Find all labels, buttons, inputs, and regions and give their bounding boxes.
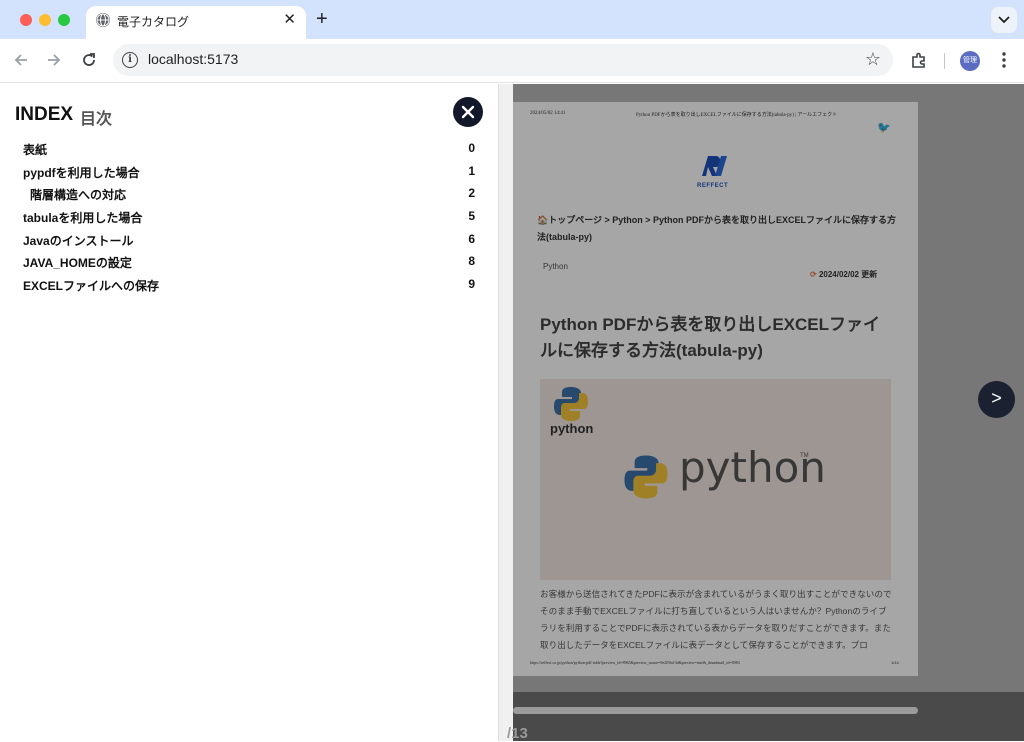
profile-avatar[interactable]: 管理 — [960, 51, 980, 71]
close-window-button[interactable] — [20, 14, 32, 26]
page-counter: /13 — [507, 725, 528, 742]
catalog-page: 2024/05/02 14:41 Python PDFから表を取り出しEXCEL… — [513, 102, 918, 676]
browser-toolbar: i localhost:5173 ☆ 管理 — [0, 39, 1024, 83]
close-icon — [461, 105, 475, 119]
toolbar-divider — [944, 53, 945, 69]
bookmark-star-icon[interactable]: ☆ — [865, 49, 881, 70]
index-item-page: 5 — [468, 209, 475, 224]
new-tab-button[interactable]: + — [316, 8, 328, 30]
minimize-window-button[interactable] — [39, 14, 51, 26]
index-item-page: 2 — [468, 186, 475, 201]
index-item-label: 表紙 — [23, 143, 48, 157]
maximize-window-button[interactable] — [58, 14, 70, 26]
index-item[interactable]: 階層構造への対応 2 — [15, 182, 479, 205]
index-subtitle: 目次 — [80, 111, 113, 128]
chevron-down-icon — [998, 16, 1010, 24]
site-info-icon[interactable]: i — [122, 52, 138, 68]
close-index-button[interactable] — [453, 97, 483, 127]
address-bar[interactable]: i localhost:5173 ☆ — [113, 44, 893, 76]
catalog-viewer: 2024/05/02 14:41 Python PDFから表を取り出しEXCEL… — [507, 84, 1024, 742]
tab-search-button[interactable] — [991, 7, 1017, 33]
tab-title: 電子カタログ — [117, 15, 190, 29]
panel-divider[interactable] — [498, 84, 513, 741]
index-item[interactable]: JAVA_HOMEの設定 8 — [15, 250, 479, 273]
index-item-label: JAVA_HOMEの設定 — [23, 256, 132, 271]
viewer-footer: /13 — [507, 692, 1024, 742]
index-item[interactable]: Javaのインストール 6 — [15, 228, 479, 251]
index-item-page: 9 — [468, 277, 475, 292]
index-item-label: Javaのインストール — [23, 233, 134, 248]
forward-arrow-icon[interactable] — [45, 51, 63, 69]
reload-icon[interactable] — [80, 51, 98, 69]
index-panel: INDEX 目次 表紙 0 pypdfを利用した場合 1 階層構造への対応 2 tabula… — [0, 84, 498, 741]
url-text[interactable]: localhost:5173 — [148, 51, 238, 67]
back-arrow-icon[interactable] — [12, 51, 30, 69]
page-overlay — [513, 102, 918, 676]
page-slider[interactable] — [513, 707, 918, 714]
index-item[interactable]: tabulaを利用した場合 5 — [15, 205, 479, 228]
globe-icon — [96, 13, 110, 27]
index-title: INDEX — [15, 104, 74, 125]
index-item[interactable]: pypdfを利用した場合 1 — [15, 160, 479, 183]
index-item-page: 6 — [468, 231, 475, 246]
index-item-page: 0 — [468, 141, 475, 155]
browser-tab[interactable]: 電子カタログ ✕ — [86, 6, 306, 39]
next-page-button[interactable]: > — [978, 381, 1015, 418]
index-item-page: 8 — [468, 254, 475, 269]
browser-tab-bar: 電子カタログ ✕ + — [0, 0, 1024, 39]
index-list: 表紙 0 pypdfを利用した場合 1 階層構造への対応 2 tabulaを利用した場合 5 J… — [15, 137, 479, 296]
index-item-page: 1 — [468, 163, 475, 178]
index-item-label: 階層構造への対応 — [30, 188, 127, 203]
index-item-label: tabulaを利用した場合 — [23, 211, 143, 226]
index-item[interactable]: EXCELファイルへの保存 9 — [15, 273, 479, 296]
tab-close-icon[interactable]: ✕ — [283, 10, 296, 30]
index-item[interactable]: 表紙 0 — [15, 137, 479, 160]
index-item-label: pypdfを利用した場合 — [23, 165, 140, 180]
index-item-label: EXCELファイルへの保存 — [23, 279, 160, 294]
more-menu-icon[interactable] — [1000, 50, 1008, 70]
extensions-puzzle-icon[interactable] — [909, 50, 929, 70]
